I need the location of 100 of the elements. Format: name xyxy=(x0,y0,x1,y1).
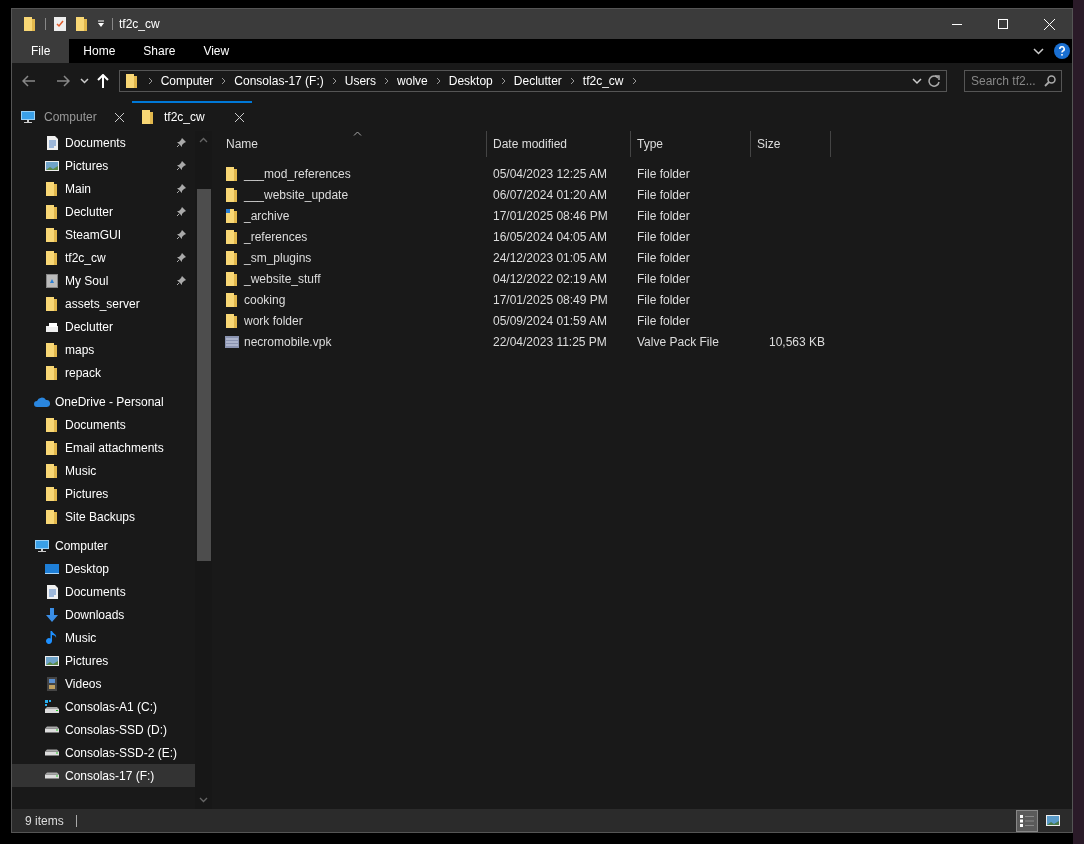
pin-icon[interactable] xyxy=(176,275,187,286)
ribbon-tab[interactable]: Home xyxy=(69,39,130,63)
column-header[interactable]: Date modified xyxy=(487,131,631,157)
chevron-right-icon[interactable] xyxy=(500,77,506,85)
sidebar-item[interactable]: assets_server xyxy=(12,292,195,315)
chevron-right-icon[interactable] xyxy=(331,77,337,85)
chevron-right-icon[interactable] xyxy=(221,77,227,85)
address-bar[interactable]: Computer Consolas-17 (F:) Users wolve Desktop Declutter tf2c_cw xyxy=(118,70,947,92)
sidebar-item[interactable]: Consolas-SSD-2 (E:) xyxy=(12,741,195,764)
folder-icon xyxy=(140,109,156,125)
breadcrumb-item[interactable]: Desktop xyxy=(448,72,493,90)
sidebar-item[interactable]: Consolas-A1 (C:) xyxy=(12,695,195,718)
scrollbar-thumb[interactable] xyxy=(196,189,211,561)
sidebar-item[interactable]: Consolas-SSD (D:) xyxy=(12,718,195,741)
ribbon-tab[interactable]: View xyxy=(189,39,244,63)
close-icon[interactable] xyxy=(115,112,124,122)
details-view-button[interactable] xyxy=(1016,809,1038,832)
file-row[interactable]: ___mod_references 05/04/2023 12:25 AM File folder xyxy=(220,163,1072,184)
file-name: _sm_plugins xyxy=(244,249,312,267)
sidebar-item[interactable]: Pictures xyxy=(12,154,195,177)
sidebar-item[interactable]: My Soul xyxy=(12,269,195,292)
sidebar-item[interactable]: tf2c_cw xyxy=(12,246,195,269)
sidebar-item[interactable]: Site Backups xyxy=(12,505,195,528)
scroll-down-icon[interactable] xyxy=(199,797,208,803)
breadcrumb-item[interactable]: wolve xyxy=(397,72,428,90)
file-name: _website_stuff xyxy=(244,270,321,288)
breadcrumb-item[interactable]: Declutter xyxy=(513,72,562,90)
sidebar-item[interactable]: Downloads xyxy=(12,603,195,626)
scroll-up-icon[interactable] xyxy=(199,137,208,143)
ribbon-tab[interactable]: Share xyxy=(129,39,190,63)
sidebar-item[interactable]: Videos xyxy=(12,672,195,695)
pin-icon[interactable] xyxy=(176,160,187,171)
sidebar-item[interactable]: Desktop xyxy=(12,557,195,580)
column-header[interactable]: Name xyxy=(220,131,487,157)
breadcrumb-item[interactable]: Consolas-17 (F:) xyxy=(234,72,324,90)
folder-icon xyxy=(44,508,60,525)
dropdown-chevron-icon[interactable] xyxy=(912,77,922,85)
folder-icon xyxy=(44,416,60,433)
column-header[interactable]: Size xyxy=(751,131,831,157)
file-row[interactable]: _references 16/05/2024 04:05 AM File folder xyxy=(220,226,1072,247)
forward-arrow-icon[interactable] xyxy=(55,75,70,87)
file-row[interactable]: _archive 17/01/2025 08:46 PM File folder xyxy=(220,205,1072,226)
breadcrumb-item[interactable]: Computer xyxy=(160,72,214,90)
date-modified: 17/01/2025 08:46 PM xyxy=(492,207,609,225)
file-row[interactable]: _website_stuff 04/12/2022 02:19 AM File folder xyxy=(220,268,1072,289)
sidebar-item[interactable]: Pictures xyxy=(12,482,195,505)
close-icon[interactable] xyxy=(235,112,244,122)
file-name: work folder xyxy=(244,312,303,330)
file-type: File folder xyxy=(636,249,691,267)
sidebar-item[interactable]: Computer xyxy=(12,534,195,557)
pin-icon[interactable] xyxy=(176,183,187,194)
sidebar-item[interactable]: OneDrive - Personal xyxy=(12,390,195,413)
sidebar-item[interactable]: Declutter xyxy=(12,315,195,338)
up-arrow-icon[interactable] xyxy=(96,74,109,88)
help-icon[interactable] xyxy=(1054,43,1070,59)
ribbon-tab[interactable]: File xyxy=(12,39,70,63)
file-row[interactable]: _sm_plugins 24/12/2023 01:05 AM File folder xyxy=(220,247,1072,268)
back-arrow-icon[interactable] xyxy=(22,75,36,87)
folder-icon xyxy=(44,203,60,220)
chevron-down-icon[interactable] xyxy=(1033,47,1044,55)
sidebar-item[interactable]: repack xyxy=(12,361,195,384)
pin-icon[interactable] xyxy=(176,206,187,217)
dropdown-chevron-icon[interactable] xyxy=(79,78,89,84)
sidebar-item[interactable]: Main xyxy=(12,177,195,200)
pin-icon[interactable] xyxy=(176,252,187,263)
column-header[interactable]: Type xyxy=(631,131,751,157)
chevron-right-icon[interactable] xyxy=(435,77,441,85)
sidebar-item[interactable]: Documents xyxy=(12,413,195,436)
sidebar-item[interactable]: Documents xyxy=(12,580,195,603)
chevron-right-icon[interactable] xyxy=(384,77,390,85)
properties-icon[interactable] xyxy=(53,16,67,32)
sidebar-item[interactable]: Documents xyxy=(12,131,195,154)
breadcrumb-item[interactable]: tf2c_cw xyxy=(582,72,624,90)
maximize-icon xyxy=(998,19,1008,29)
folder-tab[interactable]: tf2c_cw xyxy=(132,101,252,131)
folder-icon xyxy=(224,207,240,224)
file-row[interactable]: ___website_update 06/07/2024 01:20 AM File folder xyxy=(220,184,1072,205)
sidebar-item[interactable]: Consolas-17 (F:) xyxy=(12,764,195,787)
file-row[interactable]: necromobile.vpk 22/04/2023 11:25 PM Valve Pack File 10,563 KB xyxy=(220,331,1072,352)
sidebar-item[interactable]: Pictures xyxy=(12,649,195,672)
folder-icon xyxy=(224,270,240,287)
sidebar-item[interactable]: Email attachments xyxy=(12,436,195,459)
folder-tab[interactable]: Computer xyxy=(12,101,132,131)
file-row[interactable]: cooking 17/01/2025 08:49 PM File folder xyxy=(220,289,1072,310)
refresh-icon[interactable] xyxy=(928,75,940,87)
sidebar-item[interactable]: Music xyxy=(12,459,195,482)
sidebar-item[interactable]: Declutter xyxy=(12,200,195,223)
chevron-right-icon[interactable] xyxy=(631,77,637,85)
file-row[interactable]: work folder 05/09/2024 01:59 AM File folder xyxy=(220,310,1072,331)
folder-icon[interactable] xyxy=(74,16,90,32)
chevron-right-icon[interactable] xyxy=(569,77,575,85)
sidebar-item[interactable]: maps xyxy=(12,338,195,361)
breadcrumb-item[interactable]: Users xyxy=(344,72,377,90)
pin-icon[interactable] xyxy=(176,137,187,148)
pin-icon[interactable] xyxy=(176,229,187,240)
search-field[interactable]: Search tf2... xyxy=(964,70,1062,92)
drive-icon xyxy=(44,772,60,779)
sidebar-item[interactable]: Music xyxy=(12,626,195,649)
customize-dropdown-icon[interactable] xyxy=(97,20,105,28)
sidebar-item[interactable]: SteamGUI xyxy=(12,223,195,246)
